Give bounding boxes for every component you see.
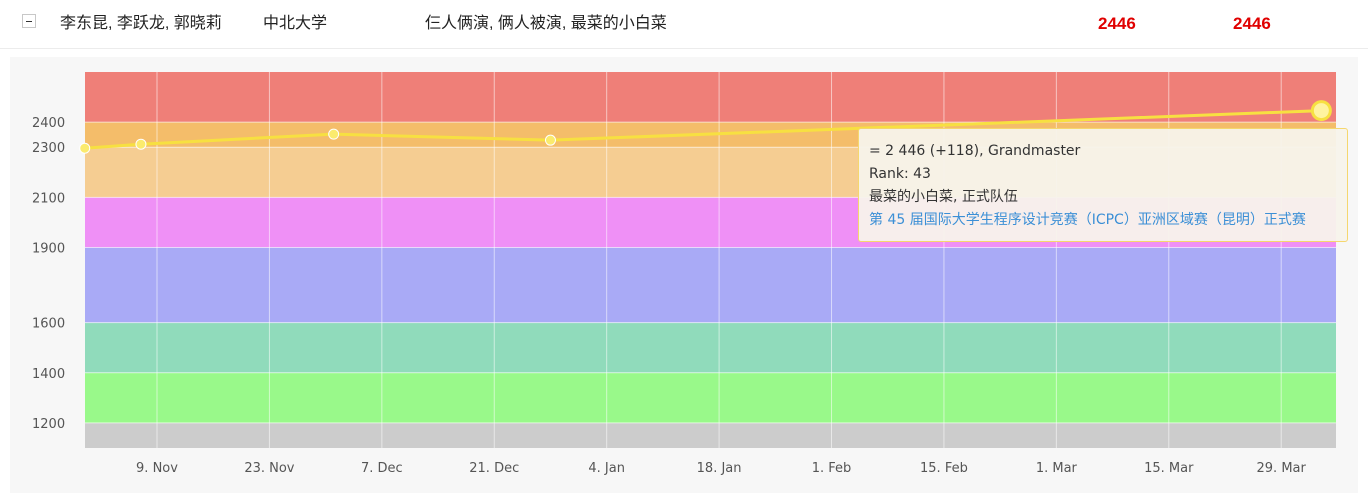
rating-point — [544, 134, 556, 146]
y-tick-label: 2400 — [32, 116, 65, 131]
rating-point — [79, 142, 91, 154]
x-tick-label: 18. Jan — [697, 461, 742, 476]
x-tick-label: 7. Dec — [361, 461, 403, 476]
rating-history-chart: 1200 1400 1600 1900 2100 2300 2400 9. Nov 23. No… — [32, 72, 1336, 476]
tooltip-rank: Rank: 43 — [869, 166, 931, 182]
y-tick-label: 1200 — [32, 417, 65, 432]
rating-point — [135, 138, 147, 150]
rating-band-7 — [85, 72, 1336, 123]
x-tick-label: 15. Feb — [920, 461, 968, 476]
y-tick-label: 2300 — [32, 141, 65, 156]
tooltip-contest-link[interactable]: 第 45 届国际大学生程序设计竞赛（ICPC）亚洲区域赛（昆明）正式赛 — [869, 209, 1337, 232]
tooltip-rating: = 2 446 (+118), Grandmaster — [869, 143, 1081, 159]
y-tick-label: 2100 — [32, 191, 65, 206]
chart-tooltip: = 2 446 (+118), Grandmaster Rank: 43 最菜的… — [858, 128, 1348, 242]
rating-band-2 — [85, 322, 1336, 373]
rating-band-1 — [85, 372, 1336, 423]
y-tick-label: 1600 — [32, 317, 65, 332]
x-tick-label: 4. Jan — [588, 461, 625, 476]
y-tick-label: 1400 — [32, 367, 65, 382]
x-tick-label: 29. Mar — [1257, 461, 1307, 476]
highlighted-point — [1310, 100, 1332, 122]
x-tick-label: 15. Mar — [1144, 461, 1194, 476]
x-tick-label: 9. Nov — [136, 461, 178, 476]
x-tick-label: 23. Nov — [244, 461, 294, 476]
x-tick-label: 1. Mar — [1036, 461, 1078, 476]
y-tick-label: 1900 — [32, 241, 65, 256]
tooltip-team: 最菜的小白菜, 正式队伍 — [869, 189, 1018, 205]
x-tick-label: 1. Feb — [812, 461, 852, 476]
rating-band-3 — [85, 247, 1336, 323]
rating-band-0 — [85, 422, 1336, 448]
rating-point — [328, 128, 340, 140]
x-tick-label: 21. Dec — [469, 461, 519, 476]
